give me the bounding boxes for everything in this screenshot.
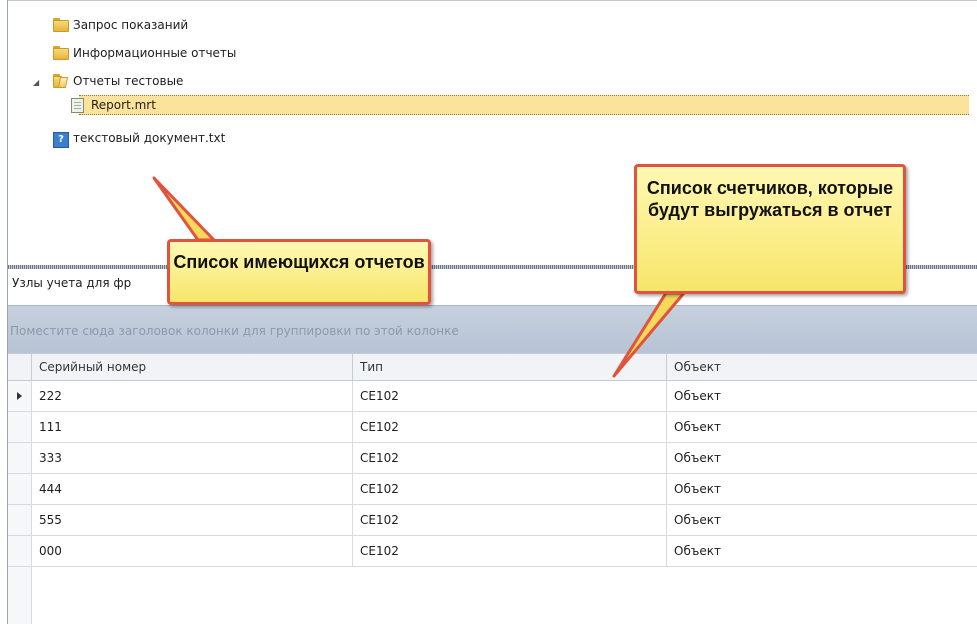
row-indicator <box>8 536 32 566</box>
tree-selection-highlight <box>79 95 969 115</box>
table-row[interactable]: 333 CE102 Объект <box>8 443 977 474</box>
table-row[interactable]: 222 CE102 Объект <box>8 381 977 412</box>
cell-object[interactable]: Объект <box>667 474 977 504</box>
cell-serial[interactable]: 555 <box>32 505 353 535</box>
group-by-panel[interactable]: Поместите сюда заголовок колонки для гру… <box>8 305 977 354</box>
tree-item-label: Информационные отчеты <box>73 46 237 60</box>
cell-serial[interactable]: 222 <box>32 381 353 411</box>
header-indicator-cell <box>8 354 32 381</box>
text-file-icon: ? <box>53 132 69 148</box>
table-row[interactable]: 111 CE102 Объект <box>8 412 977 443</box>
row-indicator <box>8 381 32 411</box>
row-indicator <box>8 412 32 442</box>
cell-object[interactable]: Объект <box>667 443 977 473</box>
report-file-icon <box>71 98 84 113</box>
reports-list-callout: Список имеющихся отчетов <box>167 239 431 305</box>
table-row[interactable]: 000 CE102 Объект <box>8 536 977 567</box>
grid-header: Серийный номер Тип Объект <box>8 353 977 381</box>
cell-type[interactable]: CE102 <box>353 443 667 473</box>
column-header-serial[interactable]: Серийный номер <box>32 354 353 381</box>
cell-object[interactable]: Объект <box>667 381 977 411</box>
cell-type[interactable]: CE102 <box>353 536 667 566</box>
cell-serial[interactable]: 111 <box>32 412 353 442</box>
table-row[interactable]: 555 CE102 Объект <box>8 505 977 536</box>
cell-type[interactable]: CE102 <box>353 381 667 411</box>
row-indicator <box>8 567 32 624</box>
tree-item-label: Запрос показаний <box>73 18 189 32</box>
cell-object[interactable]: Объект <box>667 412 977 442</box>
cell-serial[interactable]: 000 <box>32 536 353 566</box>
meters-callout-text: Список счетчиков, которые будут выгружат… <box>646 178 894 220</box>
row-indicator <box>8 505 32 535</box>
tree-item-label: Report.mrt <box>91 98 156 112</box>
group-by-hint: Поместите сюда заголовок колонки для гру… <box>10 324 459 338</box>
cell-type[interactable]: CE102 <box>353 474 667 504</box>
tree-item-label: текстовый документ.txt <box>73 131 226 145</box>
table-row[interactable]: 444 CE102 Объект <box>8 474 977 505</box>
column-header-object[interactable]: Объект <box>667 354 977 381</box>
cell-type[interactable]: CE102 <box>353 412 667 442</box>
cell-type[interactable]: CE102 <box>353 505 667 535</box>
cell-object[interactable]: Объект <box>667 536 977 566</box>
folder-icon <box>53 46 69 60</box>
folder-open-icon <box>53 74 69 88</box>
cell-serial[interactable]: 333 <box>32 443 353 473</box>
row-indicator <box>8 474 32 504</box>
collapse-arrow-icon[interactable]: ◢ <box>33 78 43 88</box>
column-header-type[interactable]: Тип <box>353 354 667 381</box>
folder-icon <box>53 18 69 32</box>
tree-item-label: Отчеты тестовые <box>73 74 184 88</box>
row-indicator <box>8 443 32 473</box>
grid-panel-title: Узлы учета для фр <box>12 276 132 290</box>
current-row-arrow-icon <box>17 392 22 400</box>
grid-empty-area <box>8 567 977 624</box>
meters-list-callout: Список счетчиков, которые будут выгружат… <box>634 164 906 294</box>
cell-object[interactable]: Объект <box>667 505 977 535</box>
reports-callout-text: Список имеющихся отчетов <box>173 252 425 272</box>
cell-serial[interactable]: 444 <box>32 474 353 504</box>
